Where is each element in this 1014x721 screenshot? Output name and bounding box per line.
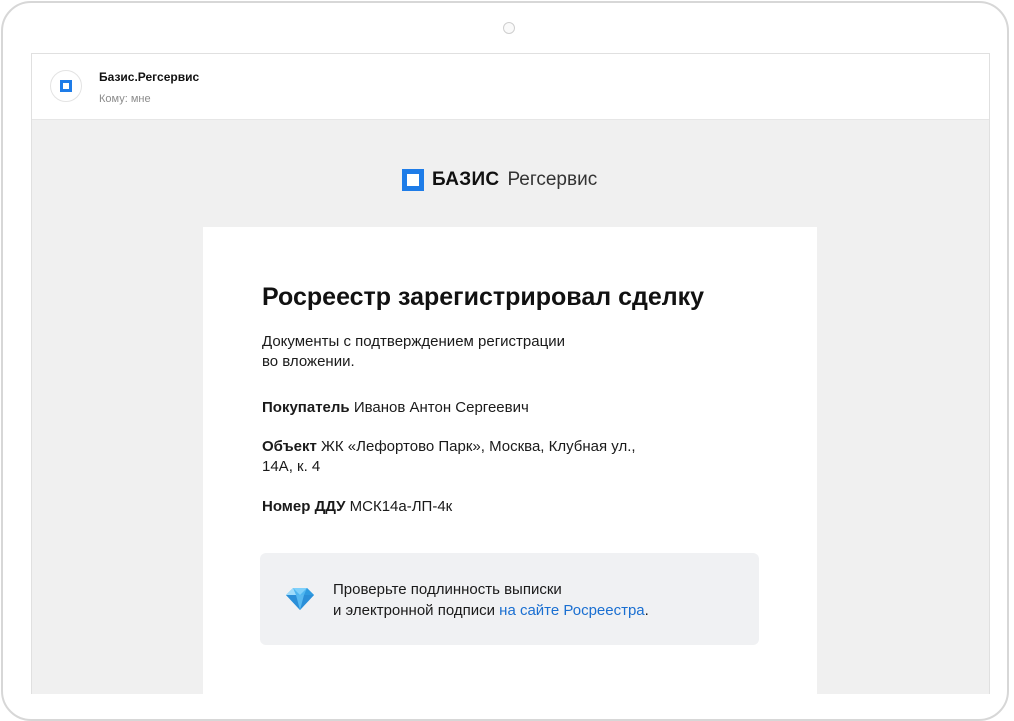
notice-line-2: и электронной подписи [333,602,495,619]
basis-logo-icon [60,80,72,92]
notice-period: . [644,602,649,619]
ddu-value: МСК14а-ЛП-4к [349,498,453,515]
intro-text: Документы с подтверждением регистрации в… [262,332,565,372]
camera-icon [503,22,515,34]
notice-line-1: Проверьте подлинность выписки [333,581,562,598]
ddu-label: Номер ДДУ [262,498,346,515]
object-value-line-2: 14А, к. 4 [262,458,321,475]
brand-name-light: Регсервис [507,169,598,190]
notice-text: Проверьте подлинность выписки и электрон… [333,579,649,621]
rosreestr-link[interactable]: на сайте Росреестра [499,602,645,619]
sender-avatar[interactable] [50,70,82,102]
object-value-line-1: ЖК «Лефортово Парк», Москва, Клубная ул.… [321,438,636,455]
tablet-frame: Базис.Регсервис Кому: мне БАЗИС Регсерви… [1,1,1009,721]
email-title: Росреестр зарегистрировал сделку [262,283,705,311]
brand-logo: БАЗИС Регсервис [402,168,597,192]
ddu-row: Номер ДДУ МСК14а-ЛП-4к [262,497,452,517]
recipient-line: Кому: мне [99,93,151,105]
object-label: Объект [262,438,317,455]
email-header: Базис.Регсервис Кому: мне [32,54,989,120]
brand-name-bold: БАЗИС [432,169,500,190]
intro-line-2: во вложении. [262,353,355,370]
intro-line-1: Документы с подтверждением регистрации [262,333,565,350]
basis-square-icon [402,169,424,191]
email-card: Росреестр зарегистрировал сделку Докумен… [203,227,817,694]
sender-name[interactable]: Базис.Регсервис [99,70,199,84]
buyer-row: Покупатель Иванов Антон Сергеевич [262,398,529,418]
diamond-gem-icon [286,588,314,610]
email-viewer: Базис.Регсервис Кому: мне БАЗИС Регсерви… [31,53,990,694]
verification-notice: Проверьте подлинность выписки и электрон… [260,553,759,645]
object-row: Объект ЖК «Лефортово Парк», Москва, Клуб… [262,437,636,477]
buyer-value: Иванов Антон Сергеевич [353,399,529,416]
buyer-label: Покупатель [262,399,350,416]
